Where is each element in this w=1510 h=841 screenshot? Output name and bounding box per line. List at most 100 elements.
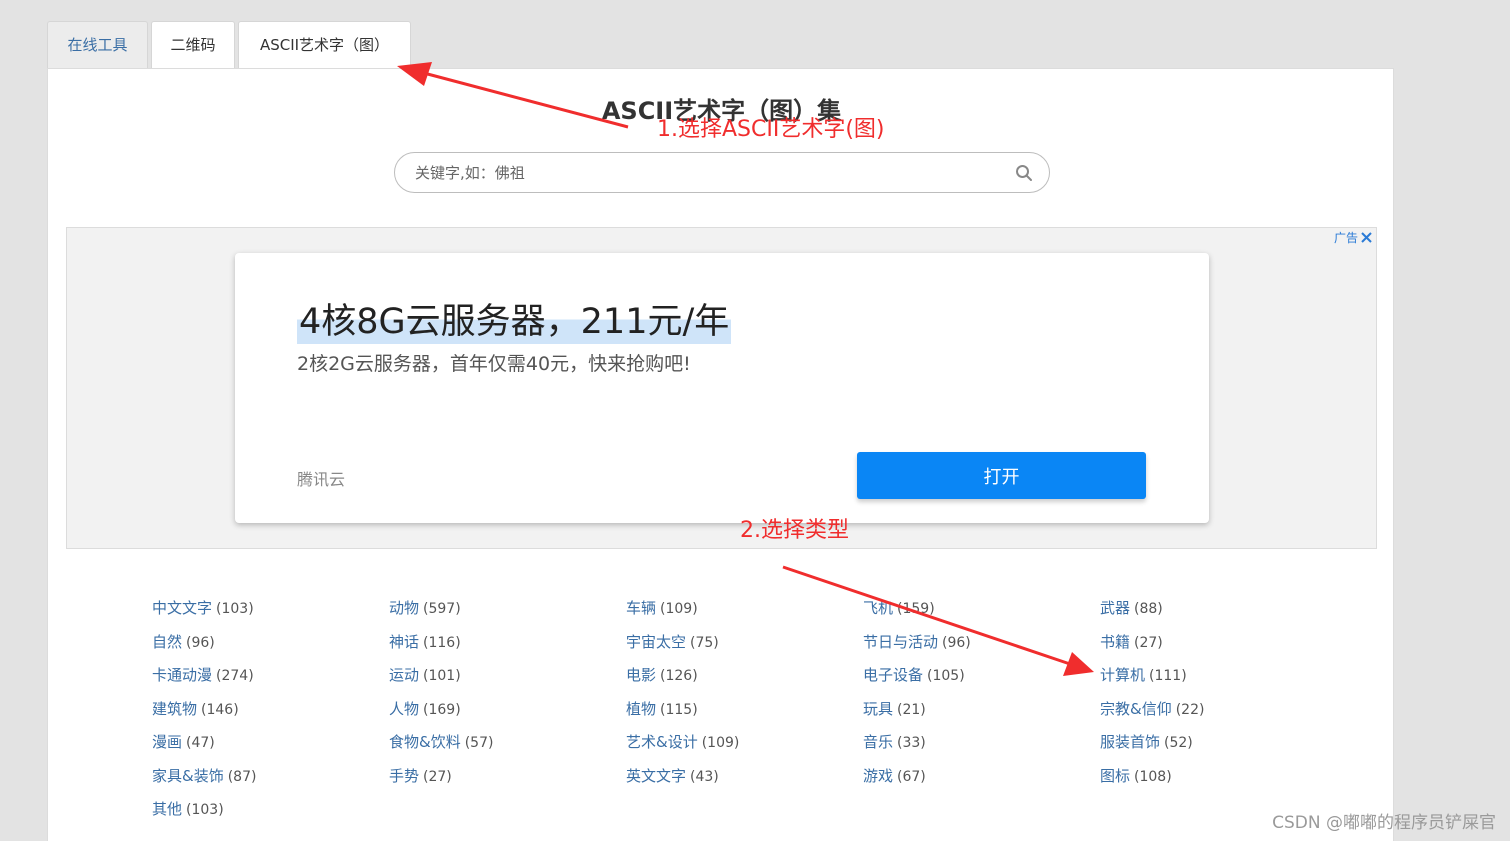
category-name: 家具&装饰 <box>152 767 224 785</box>
ad-card[interactable]: 4核8G云服务器，211元/年 2核2G云服务器，首年仅需40元，快来抢购吧! … <box>235 253 1209 523</box>
category-link[interactable]: 运动 (101) <box>389 665 461 685</box>
category-count: (27) <box>1134 635 1163 651</box>
category-link[interactable]: 自然 (96) <box>152 632 215 652</box>
category-count: (109) <box>701 735 740 751</box>
category-name: 宗教&信仰 <box>1100 700 1172 718</box>
category-link[interactable]: 卡通动漫 (274) <box>152 665 254 685</box>
category-name: 建筑物 <box>152 700 198 718</box>
category-count: (108) <box>1134 769 1172 785</box>
category-name: 运动 <box>389 666 420 684</box>
category-count: (87) <box>227 769 257 785</box>
category-link[interactable]: 飞机 (159) <box>863 598 935 618</box>
category-count: (33) <box>897 735 926 751</box>
ad-subtext: 2核2G云服务器，首年仅需40元，快来抢购吧! <box>297 353 691 375</box>
ad-label: 广告 <box>1333 231 1358 245</box>
category-count: (75) <box>690 635 719 651</box>
category-name: 服装首饰 <box>1100 733 1161 751</box>
category-link[interactable]: 宇宙太空 (75) <box>626 632 719 652</box>
category-link[interactable]: 图标 (108) <box>1100 766 1172 786</box>
category-name: 车辆 <box>626 599 657 617</box>
category-link[interactable]: 英文文字 (43) <box>626 766 719 786</box>
tab-ascii-art[interactable]: ASCII艺术字（图） <box>238 21 411 70</box>
category-link[interactable]: 书籍 (27) <box>1100 632 1163 652</box>
category-count: (146) <box>201 702 239 718</box>
category-link[interactable]: 其他 (103) <box>152 799 224 819</box>
annotation-step1: 1.选择ASCII艺术字(图) <box>657 117 885 142</box>
category-count: (67) <box>897 769 926 785</box>
category-link[interactable]: 武器 (88) <box>1100 598 1163 618</box>
category-link[interactable]: 电影 (126) <box>626 665 698 685</box>
close-icon[interactable] <box>1361 232 1372 243</box>
category-count: (103) <box>216 601 254 617</box>
category-name: 电子设备 <box>863 666 924 684</box>
category-count: (126) <box>660 668 698 684</box>
tab-online-tools[interactable]: 在线工具 <box>47 21 148 69</box>
watermark: CSDN @嘟嘟的程序员铲屎官 <box>1272 813 1496 833</box>
category-name: 武器 <box>1100 599 1131 617</box>
tab-qrcode[interactable]: 二维码 <box>151 21 235 69</box>
category-name: 音乐 <box>863 733 894 751</box>
category-link[interactable]: 手势 (27) <box>389 766 452 786</box>
category-count: (109) <box>660 601 698 617</box>
category-name: 中文文字 <box>152 599 213 617</box>
category-link[interactable]: 音乐 (33) <box>863 732 926 752</box>
category-name: 食物&饮料 <box>389 733 461 751</box>
category-link[interactable]: 电子设备 (105) <box>863 665 965 685</box>
category-count: (96) <box>186 635 215 651</box>
category-count: (21) <box>897 702 926 718</box>
category-link[interactable]: 宗教&信仰 (22) <box>1100 699 1204 719</box>
category-count: (101) <box>423 668 461 684</box>
category-name: 玩具 <box>863 700 894 718</box>
annotation-step2: 2.选择类型 <box>740 518 849 543</box>
category-link[interactable]: 节日与活动 (96) <box>863 632 971 652</box>
ad-close[interactable]: 广告 <box>1334 229 1372 246</box>
ad-brand: 腾讯云 <box>297 470 346 489</box>
category-link[interactable]: 漫画 (47) <box>152 732 215 752</box>
category-link[interactable]: 人物 (169) <box>389 699 461 719</box>
category-link[interactable]: 游戏 (67) <box>863 766 926 786</box>
category-name: 计算机 <box>1100 666 1146 684</box>
category-count: (22) <box>1175 702 1205 718</box>
ad-open-button[interactable]: 打开 <box>857 452 1146 499</box>
category-name: 漫画 <box>152 733 183 751</box>
category-link[interactable]: 食物&饮料 (57) <box>389 732 493 752</box>
category-name: 游戏 <box>863 767 894 785</box>
category-name: 自然 <box>152 633 183 651</box>
category-count: (57) <box>464 735 494 751</box>
category-name: 图标 <box>1100 767 1131 785</box>
category-link[interactable]: 艺术&设计 (109) <box>626 732 739 752</box>
category-count: (96) <box>942 635 971 651</box>
search-input[interactable] <box>415 153 995 192</box>
category-count: (27) <box>423 769 452 785</box>
category-name: 植物 <box>626 700 657 718</box>
category-link[interactable]: 植物 (115) <box>626 699 698 719</box>
main-panel: ASCII艺术字（图）集 广告 4核8G云服务器，211元/年 2核2G云服务器… <box>47 68 1394 841</box>
category-name: 动物 <box>389 599 420 617</box>
category-link[interactable]: 神话 (116) <box>389 632 461 652</box>
ad-container: 广告 4核8G云服务器，211元/年 2核2G云服务器，首年仅需40元，快来抢购… <box>66 227 1377 549</box>
category-link[interactable]: 计算机 (111) <box>1100 665 1187 685</box>
category-link[interactable]: 建筑物 (146) <box>152 699 239 719</box>
category-link[interactable]: 服装首饰 (52) <box>1100 732 1193 752</box>
category-link[interactable]: 玩具 (21) <box>863 699 926 719</box>
category-name: 其他 <box>152 800 183 818</box>
category-name: 节日与活动 <box>863 633 939 651</box>
category-count: (597) <box>423 601 461 617</box>
search-box <box>394 152 1050 193</box>
category-name: 书籍 <box>1100 633 1131 651</box>
category-link[interactable]: 家具&装饰 (87) <box>152 766 256 786</box>
category-link[interactable]: 车辆 (109) <box>626 598 698 618</box>
search-icon[interactable] <box>1015 164 1033 182</box>
category-name: 电影 <box>626 666 657 684</box>
category-link[interactable]: 动物 (597) <box>389 598 461 618</box>
category-count: (105) <box>927 668 965 684</box>
category-name: 宇宙太空 <box>626 633 687 651</box>
category-name: 艺术&设计 <box>626 733 698 751</box>
category-count: (103) <box>186 802 224 818</box>
ad-headline: 4核8G云服务器，211元/年 <box>297 293 732 344</box>
category-count: (88) <box>1134 601 1163 617</box>
category-name: 英文文字 <box>626 767 687 785</box>
category-count: (116) <box>423 635 461 651</box>
category-link[interactable]: 中文文字 (103) <box>152 598 254 618</box>
category-count: (115) <box>660 702 698 718</box>
